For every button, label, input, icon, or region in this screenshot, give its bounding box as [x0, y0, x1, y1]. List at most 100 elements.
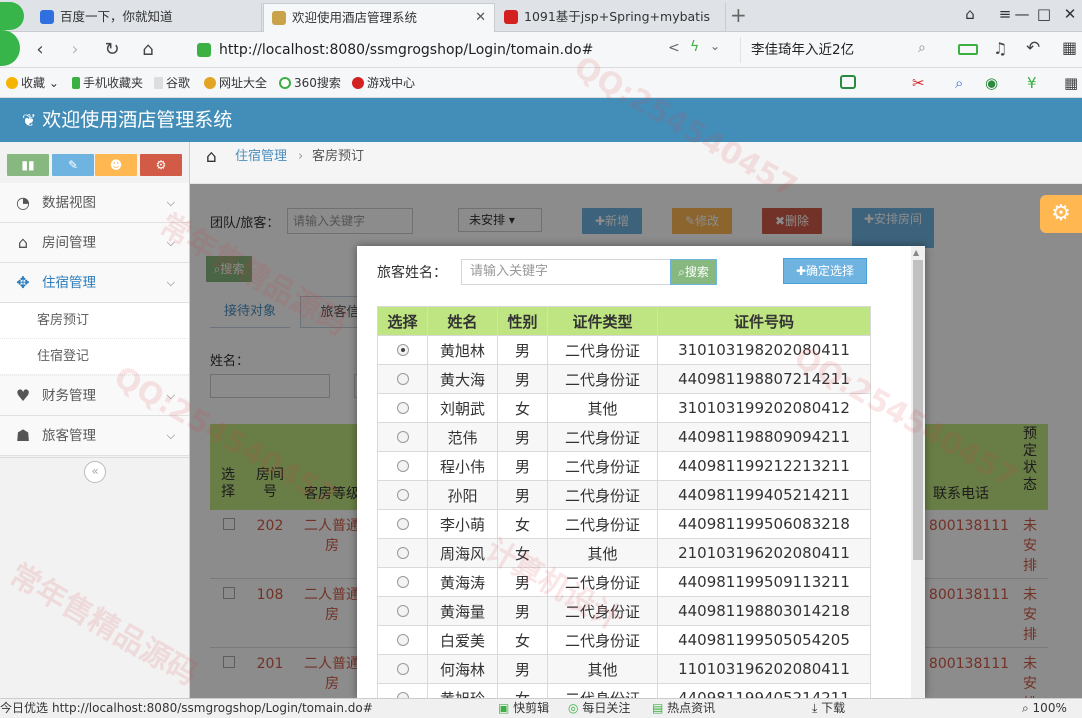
guest-select-cell[interactable]	[377, 509, 428, 539]
sidebar-item-rooms[interactable]: ⌂ 房间管理 ⌵	[0, 223, 189, 263]
guest-search-button[interactable]: ⌕搜索	[670, 259, 717, 285]
ext-gamepad-icon[interactable]: ◉	[985, 68, 998, 98]
status-news[interactable]: ▤ 热点资讯	[652, 699, 715, 718]
guest-radio[interactable]	[396, 344, 409, 356]
guest-select-cell[interactable]	[377, 567, 428, 597]
bookmark-google[interactable]: 谷歌	[154, 68, 190, 98]
guest-select-cell[interactable]	[377, 596, 428, 626]
guest-select-cell[interactable]	[377, 480, 428, 510]
bookmark-360[interactable]: 360搜索	[279, 68, 341, 98]
guest-radio[interactable]	[396, 460, 409, 472]
forward-icon[interactable]: ›	[63, 38, 87, 62]
close-window-icon[interactable]: ✕	[1060, 4, 1080, 24]
guest-row[interactable]: 刘朝武女其他 310103199202080412	[377, 393, 871, 423]
status-clip[interactable]: ▣ 快剪辑	[498, 699, 549, 718]
ext-scissors-icon[interactable]: ✂	[912, 68, 925, 98]
guest-row[interactable]: 孙阳男二代身份证 440981199405214211	[377, 480, 871, 510]
tab-hotel-system[interactable]: 欢迎使用酒店管理系统 ✕	[263, 3, 495, 32]
sidebar-item-lodging[interactable]: ✥ 住宿管理 ⌵	[0, 263, 189, 303]
new-tab-button[interactable]: +	[730, 3, 747, 27]
bookmark-favorites[interactable]: 收藏 ⌄	[6, 68, 59, 98]
battery-icon[interactable]	[958, 44, 978, 55]
guest-radio[interactable]	[396, 402, 409, 414]
status-download[interactable]: ⤓ 下载	[812, 699, 845, 718]
back-icon[interactable]: ‹	[28, 38, 52, 62]
guest-select-cell[interactable]	[377, 625, 428, 655]
shortcut-users-button[interactable]: ☻	[95, 154, 137, 176]
guest-row[interactable]: 程小伟男二代身份证 440981199212213211	[377, 451, 871, 481]
bookmark-directory[interactable]: 网址大全	[204, 68, 267, 98]
ext-chat-icon[interactable]	[840, 75, 856, 89]
guest-select-cell[interactable]	[377, 538, 428, 568]
guest-radio[interactable]	[396, 489, 409, 501]
guest-row[interactable]: 李小萌女二代身份证 440981199506083218	[377, 509, 871, 539]
sidebar-item-guests[interactable]: ☗ 旅客管理 ⌵	[0, 416, 189, 456]
guest-row[interactable]: 周海风女其他 210103196202080411	[377, 538, 871, 568]
guest-select-cell[interactable]	[377, 654, 428, 684]
chevron-down-icon[interactable]: ⌄	[710, 39, 720, 53]
bookmark-games[interactable]: 游戏中心	[352, 68, 415, 98]
guest-sex: 女	[497, 393, 548, 423]
skin-icon[interactable]: ⌂	[960, 4, 980, 24]
browser-logo-icon[interactable]	[0, 2, 24, 30]
guest-radio[interactable]	[396, 431, 409, 443]
sidebar-subitem-checkin[interactable]: 住宿登记	[0, 339, 189, 375]
status-zoom[interactable]: ⌕ 100%	[1022, 699, 1067, 718]
shortcut-chart-button[interactable]: ▮▮	[7, 154, 49, 176]
guest-radio[interactable]	[396, 634, 409, 646]
ext-magnifier-icon[interactable]: ⌕	[955, 68, 963, 98]
guest-select-cell[interactable]	[377, 451, 428, 481]
sidebar-collapse-button[interactable]: «	[84, 461, 106, 483]
minimize-icon[interactable]: —	[1012, 4, 1032, 24]
shortcut-settings-button[interactable]: ⚙	[140, 154, 182, 176]
guest-search-input[interactable]: 请输入关键字	[461, 259, 671, 285]
status-left[interactable]: 今日优选	[0, 699, 48, 718]
sidebar-item-dashboard[interactable]: ◔ 数据视图 ⌵	[0, 183, 189, 223]
sidebar-item-finance[interactable]: ♥ 财务管理 ⌵	[0, 376, 189, 416]
guest-radio[interactable]	[396, 576, 409, 588]
shortcut-edit-button[interactable]: ✎	[52, 154, 94, 176]
guest-row[interactable]: 白爱美女二代身份证 440981199505054205	[377, 625, 871, 655]
search-input[interactable]: 李佳琦年入近2亿	[740, 37, 940, 63]
reload-icon[interactable]: ↻	[100, 38, 124, 62]
guest-select-cell[interactable]	[377, 393, 428, 423]
guest-radio[interactable]	[396, 663, 409, 675]
grid-icon[interactable]: ▦	[1062, 38, 1077, 57]
close-tab-icon[interactable]: ✕	[475, 4, 486, 31]
guest-select-cell[interactable]	[377, 335, 428, 365]
settings-gear-button[interactable]: ⚙	[1040, 195, 1082, 233]
guest-row[interactable]: 黄旭林男二代身份证 310103198202080411	[377, 335, 871, 365]
scroll-up-icon[interactable]: ▲	[913, 248, 919, 257]
guest-row[interactable]: 黄海涛男二代身份证 440981199509113211	[377, 567, 871, 597]
guest-row[interactable]: 黄海量男二代身份证 440981198803014218	[377, 596, 871, 626]
breadcrumb-section[interactable]: 住宿管理	[235, 142, 287, 172]
ext-grid-icon[interactable]: ▦	[1064, 68, 1078, 98]
sidebar-subitem-booking[interactable]: 客房预订	[0, 303, 189, 339]
search-icon[interactable]: ⌕	[918, 40, 926, 56]
guest-radio[interactable]	[396, 605, 409, 617]
confirm-select-button[interactable]: ✚确定选择	[783, 258, 867, 284]
home-icon[interactable]: ⌂	[136, 38, 160, 62]
ext-yen-icon[interactable]: ¥	[1027, 68, 1037, 98]
col-sex: 性别	[497, 306, 548, 336]
guest-select-cell[interactable]	[377, 364, 428, 394]
guest-row[interactable]: 何海林男其他 110103196202080411	[377, 654, 871, 684]
guest-radio[interactable]	[396, 547, 409, 559]
modal-scrollbar-thumb[interactable]	[913, 260, 923, 560]
guest-radio[interactable]	[396, 373, 409, 385]
tab-project[interactable]: 1091基于jsp+Spring+mybatis	[496, 3, 726, 32]
guest-select-cell[interactable]	[377, 422, 428, 452]
bookmark-mobile[interactable]: 手机收藏夹	[72, 68, 143, 98]
tab-baidu[interactable]: 百度一下，你就知道	[32, 3, 262, 32]
url-input[interactable]: http://localhost:8080/ssmgrogshop/Login/…	[195, 37, 735, 63]
lightning-icon[interactable]: ϟ	[690, 39, 699, 55]
maximize-icon[interactable]: □	[1034, 4, 1054, 24]
status-daily[interactable]: ◎ 每日关注	[568, 699, 630, 718]
guest-row[interactable]: 黄大海男二代身份证 440981198807214211	[377, 364, 871, 394]
home-icon[interactable]: ⌂	[206, 142, 217, 172]
guest-radio[interactable]	[396, 518, 409, 530]
guest-row[interactable]: 范伟男二代身份证 440981198809094211	[377, 422, 871, 452]
undo-icon[interactable]: ↶	[1026, 38, 1040, 58]
headphones-icon[interactable]: ♫	[993, 39, 1007, 58]
share-icon[interactable]: <	[668, 40, 680, 56]
